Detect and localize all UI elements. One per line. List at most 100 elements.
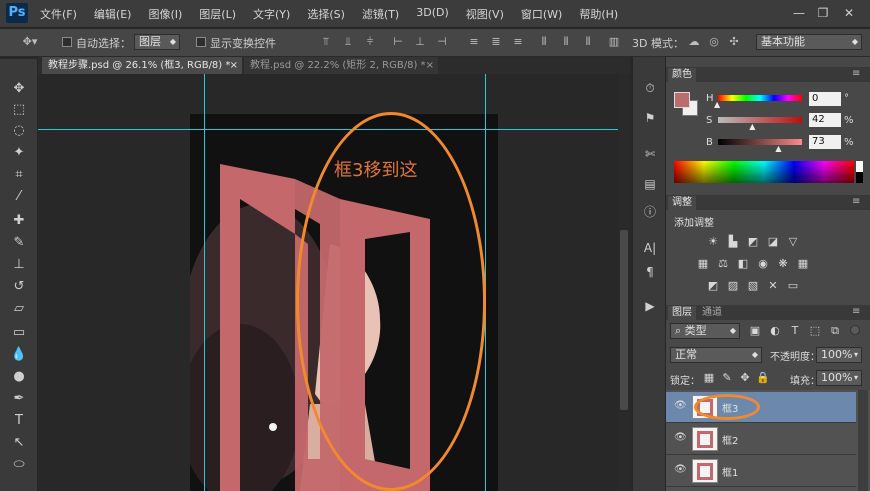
menu-type[interactable]: 文字(Y)	[253, 6, 290, 22]
eraser-tool-icon[interactable]: ▱	[9, 299, 29, 319]
filter-adjust-icon[interactable]: ◐	[768, 324, 782, 338]
3d-pan-icon[interactable]: ✣	[726, 34, 742, 50]
menu-image[interactable]: 图像(I)	[148, 6, 182, 22]
workspace-dropdown[interactable]: 基本功能 ◆	[756, 34, 862, 50]
tab-channels[interactable]: 通道	[698, 306, 726, 320]
scrollbar-thumb[interactable]	[620, 230, 628, 410]
panel-menu-icon[interactable]: ≡	[852, 306, 860, 317]
s-value[interactable]: 42	[809, 113, 841, 127]
dodge-tool-icon[interactable]: ●	[9, 367, 29, 387]
tab-document-1[interactable]: 教程步骤.psd @ 26.1% (框3, RGB/8) * ×	[42, 57, 242, 74]
h-value[interactable]: 0	[809, 92, 841, 106]
b-slider-thumb[interactable]: ▲	[775, 144, 781, 153]
3d-roll-icon[interactable]: ◎	[706, 34, 722, 50]
align-hcenter-icon[interactable]: ⊥	[412, 34, 428, 50]
b-value[interactable]: 73	[809, 135, 841, 149]
fill-input[interactable]: 100% ▾	[816, 370, 862, 386]
restore-button[interactable]: ❐	[814, 4, 832, 22]
auto-select-dropdown[interactable]: 图层 ◆	[134, 34, 180, 50]
menu-select[interactable]: 选择(S)	[307, 6, 345, 22]
3d-rotate-icon[interactable]: ☁	[686, 34, 702, 50]
menu-file[interactable]: 文件(F)	[40, 6, 77, 22]
ellipse-tool-icon[interactable]: ⬭	[9, 455, 29, 475]
filter-smart-icon[interactable]: ⧉	[828, 324, 842, 338]
pen-tool-icon[interactable]: ✒	[9, 389, 29, 409]
black-white-icon[interactable]: ◧	[736, 257, 750, 271]
magic-wand-icon[interactable]: ✦	[9, 143, 29, 163]
gradient-tool-icon[interactable]: ▭	[9, 323, 29, 343]
photo-filter-icon[interactable]: ◉	[756, 257, 770, 271]
type-tool-icon[interactable]: T	[9, 411, 29, 431]
brush-tool-icon[interactable]: ✎	[9, 233, 29, 253]
hue-sat-icon[interactable]: ▦	[696, 257, 710, 271]
history-icon[interactable]: ⏱	[641, 79, 659, 97]
auto-align-icon[interactable]: ▥	[606, 34, 622, 50]
brush-presets-icon[interactable]: ✄	[641, 145, 659, 163]
color-lookup-icon[interactable]: ▦	[796, 257, 810, 271]
threshold-icon[interactable]: ▧	[746, 279, 760, 293]
swatches-icon[interactable]: ▤	[641, 175, 659, 193]
layer-name[interactable]: 框2	[722, 432, 738, 447]
menu-edit[interactable]: 编辑(E)	[94, 6, 132, 22]
path-select-icon[interactable]: ↖	[9, 433, 29, 453]
layer-filter-dropdown[interactable]: ⌕ 类型 ◆	[670, 323, 740, 339]
s-slider-thumb[interactable]: ▲	[749, 122, 755, 131]
blur-tool-icon[interactable]: 💧	[9, 345, 29, 365]
clone-stamp-icon[interactable]: ⊥	[9, 255, 29, 275]
align-left-icon[interactable]: ⊢	[390, 34, 406, 50]
layer-row[interactable]: 👁 框3	[666, 392, 856, 423]
paragraph-icon[interactable]: ¶	[641, 263, 659, 281]
distribute-top-icon[interactable]: ≡	[466, 34, 482, 50]
menu-3d[interactable]: 3D(D)	[416, 6, 449, 22]
color-spectrum[interactable]	[674, 161, 854, 183]
guide-vertical-1[interactable]	[204, 74, 205, 491]
levels-icon[interactable]: ▙	[726, 235, 740, 249]
menu-window[interactable]: 窗口(W)	[521, 6, 562, 22]
tab-close-icon[interactable]: ×	[426, 57, 434, 74]
vibrance-icon[interactable]: ▽	[786, 235, 800, 249]
visibility-eye-icon[interactable]: 👁	[674, 464, 687, 476]
eyedropper-icon[interactable]: ⁄	[9, 187, 29, 207]
layer-row[interactable]: 👁 框1	[666, 456, 856, 487]
spectrum-white[interactable]	[856, 161, 863, 172]
b-slider[interactable]	[718, 139, 802, 145]
foreground-swatch[interactable]	[674, 92, 690, 108]
visibility-eye-icon[interactable]: 👁	[674, 400, 687, 412]
distribute-left-icon[interactable]: ⦀	[536, 34, 552, 50]
show-transform-checkbox[interactable]	[196, 37, 206, 47]
distribute-hcenter-icon[interactable]: ⦀	[558, 34, 574, 50]
visibility-eye-icon[interactable]: 👁	[674, 432, 687, 444]
align-vcenter-icon[interactable]: ⫫	[340, 34, 356, 50]
posterize-icon[interactable]: ▨	[726, 279, 740, 293]
filter-pixel-icon[interactable]: ▣	[748, 324, 762, 338]
color-balance-icon[interactable]: ⚖	[716, 257, 730, 271]
channel-mixer-icon[interactable]: ❋	[776, 257, 790, 271]
actions-icon[interactable]: ⚑	[641, 109, 659, 127]
distribute-bottom-icon[interactable]: ≡	[510, 34, 526, 50]
lock-transparent-icon[interactable]: ▦	[702, 371, 716, 385]
filter-shape-icon[interactable]: ⬚	[808, 324, 822, 338]
canvas-area[interactable]: 框3移到这	[38, 74, 618, 491]
layer-name[interactable]: 框1	[722, 464, 738, 479]
filter-type-icon[interactable]: T	[788, 324, 802, 338]
align-top-icon[interactable]: ⫪	[318, 34, 334, 50]
tab-layers[interactable]: 图层	[668, 306, 696, 320]
layers-scrollbar[interactable]	[858, 390, 868, 491]
selective-color-icon[interactable]: ✕	[766, 279, 780, 293]
blend-mode-dropdown[interactable]: 正常 ◆	[670, 347, 762, 363]
lock-pixels-icon[interactable]: ✎	[720, 371, 734, 385]
tab-adjust[interactable]: 调整	[668, 196, 696, 210]
layer-row[interactable]: 👁 框2	[666, 424, 856, 455]
tab-document-2[interactable]: 教程.psd @ 22.2% (矩形 2, RGB/8) * ×	[244, 57, 438, 74]
healing-brush-icon[interactable]: ✚	[9, 211, 29, 231]
history-brush-icon[interactable]: ↺	[9, 277, 29, 297]
character-icon[interactable]: A|	[641, 239, 659, 257]
minimize-button[interactable]: —	[790, 4, 808, 22]
guide-horizontal[interactable]	[38, 129, 618, 130]
move-tool-icon[interactable]: ✥	[9, 79, 29, 99]
opacity-input[interactable]: 100% ▾	[816, 347, 862, 363]
info-icon[interactable]: ⓘ	[641, 203, 659, 221]
h-slider-thumb[interactable]: ▲	[714, 100, 720, 109]
h-slider[interactable]	[718, 95, 802, 101]
lock-all-icon[interactable]: 🔒	[756, 371, 770, 385]
